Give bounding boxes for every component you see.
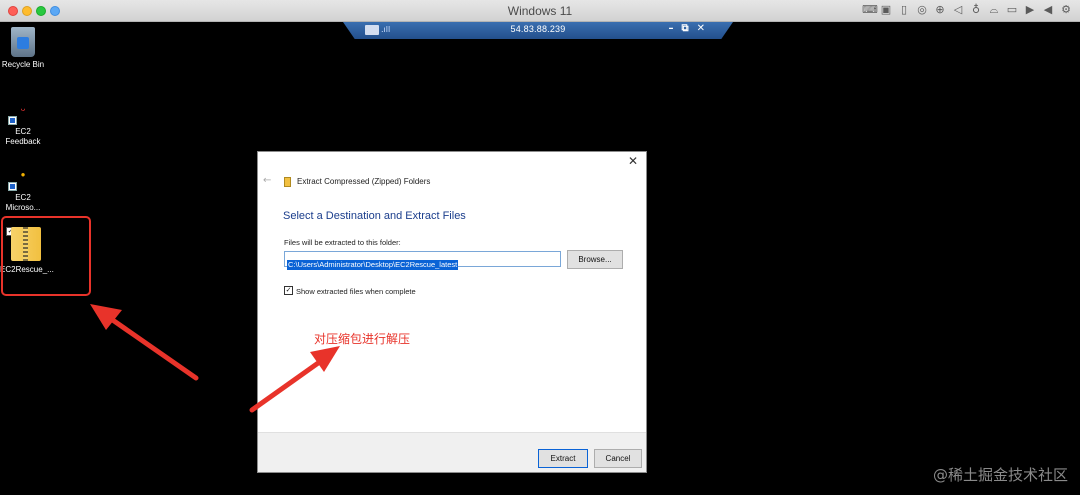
shortcut-icon [8, 116, 17, 125]
keyboard-icon[interactable]: ⌨ [862, 3, 878, 17]
settings-icon[interactable]: ⚙ [1060, 3, 1072, 17]
desktop-icon-label: EC2 [15, 127, 31, 136]
speaker-icon[interactable]: ◁ [952, 3, 964, 17]
extract-dialog: ✕ ← Extract Compressed (Zipped) Folders … [257, 151, 647, 473]
zip-folder-icon [284, 177, 291, 187]
desktop-icon-label: Recycle Bin [1, 60, 45, 69]
annotation-text: 对压缩包进行解压 [314, 332, 411, 346]
host-tray: ⌨ ▣ ▯ ◎ ⊕ ◁ ♁ ⌓ ▭ ▶ ◀ ⚙ [862, 3, 1072, 17]
dialog-heading: Select a Destination and Extract Files [283, 210, 466, 222]
extract-button[interactable]: Extract [538, 449, 588, 468]
network-icon[interactable]: ⊕ [934, 3, 946, 17]
rdp-connection-bar[interactable]: .ıll 54.83.88.239 – ⧉ ✕ [343, 22, 733, 39]
shortcut-icon [8, 182, 17, 191]
destination-path-value[interactable]: C:\Users\Administrator\Desktop\EC2Rescue… [287, 260, 459, 270]
annotation-highlight-box [1, 216, 91, 296]
desktop-icon-recycle-bin[interactable]: Recycle Bin [0, 27, 46, 70]
back-arrow-icon[interactable]: ← [263, 175, 271, 186]
rdp-controls: – ⧉ ✕ [668, 23, 705, 34]
rdp-minimize-button[interactable]: – [668, 23, 673, 34]
recycle-bin-icon [11, 27, 35, 57]
show-files-checkbox[interactable]: ✓ [284, 286, 293, 295]
destination-path-input[interactable]: C:\Users\Administrator\Desktop\EC2Rescue… [284, 251, 561, 270]
browse-button[interactable]: Browse... [567, 250, 623, 269]
destination-label: Files will be extracted to this folder: [284, 238, 401, 247]
rdp-close-button[interactable]: ✕ [697, 23, 705, 34]
close-icon[interactable]: ✕ [626, 154, 640, 168]
play-icon[interactable]: ◀ [1042, 3, 1054, 17]
camera-icon[interactable]: ▭ [1006, 3, 1018, 17]
dialog-title: Extract Compressed (Zipped) Folders [297, 177, 431, 186]
usb-icon[interactable]: ▯ [898, 3, 910, 17]
printer-icon[interactable]: ⌓ [988, 3, 1000, 17]
status-mark-icon: ● [20, 170, 26, 179]
desktop-icon-label: EC2 [15, 193, 31, 202]
desktop-icon-label: Microso... [5, 203, 41, 212]
desktop-icon-label: Feedback [5, 137, 41, 146]
microphone-icon[interactable]: ♁ [970, 3, 982, 17]
show-files-label[interactable]: Show extracted files when complete [296, 287, 416, 296]
arrow-to-zip-icon [90, 304, 199, 381]
desktop-icon-ec2-microsoft[interactable]: ● EC2 Microso... [0, 170, 46, 213]
rdp-restore-button[interactable]: ⧉ [681, 23, 688, 34]
status-mark-icon: ᴗ [20, 104, 26, 113]
desktop-icon-ec2-feedback[interactable]: ᴗ EC2 Feedback [0, 104, 46, 147]
shared-icon[interactable]: ◎ [916, 3, 928, 17]
screen-record-icon[interactable]: ▶ [1024, 3, 1036, 17]
host-titlebar: Windows 11 ⌨ ▣ ▯ ◎ ⊕ ◁ ♁ ⌓ ▭ ▶ ◀ ⚙ [0, 0, 1080, 22]
cancel-button[interactable]: Cancel [594, 449, 642, 468]
cpu-icon[interactable]: ▣ [880, 3, 892, 17]
watermark: @稀土掘金技术社区 [932, 466, 1068, 484]
